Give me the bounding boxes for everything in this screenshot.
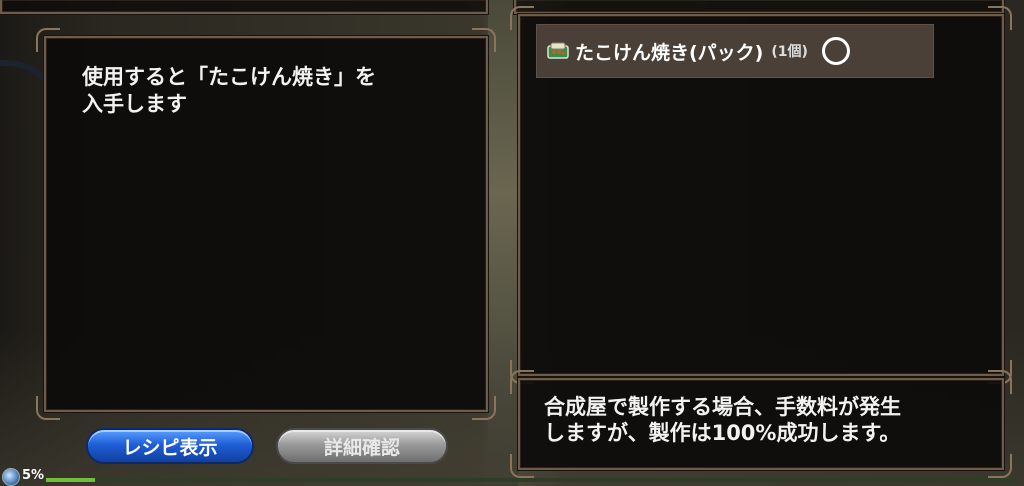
- detail-check-button[interactable]: 詳細確認: [276, 428, 448, 464]
- right-top-frame: [514, 0, 1004, 14]
- item-description-panel: 使用すると「たこけん焼き」を 入手します: [36, 28, 496, 420]
- frame-corner-ornament: [510, 6, 534, 30]
- circle-ok-icon: [821, 37, 850, 65]
- item-description-text: 使用すると「たこけん焼き」を 入手します: [82, 65, 376, 116]
- craft-info-text: 合成屋で製作する場合、手数料が発生 しますが、製作は100%成功します。: [544, 395, 901, 445]
- show-recipe-button[interactable]: レシピ表示: [86, 428, 254, 464]
- frame-corner-ornament: [510, 370, 534, 394]
- left-top-frame: [0, 0, 488, 14]
- frame-corner-ornament: [36, 28, 60, 52]
- frame-corner-ornament: [36, 396, 60, 420]
- progress-fill: [46, 478, 95, 482]
- recipe-materials-panel: たこけん焼き(パック) (1個): [510, 6, 1012, 384]
- frame-corner-ornament: [988, 370, 1012, 394]
- status-percent: 5%: [22, 468, 45, 483]
- frame-corner-ornament: [988, 6, 1012, 30]
- material-item-name: たこけん焼き(パック): [575, 41, 764, 64]
- material-item-count: (1個): [771, 44, 808, 60]
- frame-corner-ornament: [472, 28, 496, 52]
- status-orb-icon: [2, 468, 20, 486]
- bottom-status-bar: 5%: [0, 466, 1024, 486]
- progress-track: [46, 478, 1016, 482]
- material-item-row[interactable]: たこけん焼き(パック) (1個): [536, 24, 934, 78]
- frame-corner-ornament: [472, 396, 496, 420]
- craft-info-panel: 合成屋で製作する場合、手数料が発生 しますが、製作は100%成功します。: [510, 370, 1012, 478]
- food-pack-icon: [547, 42, 569, 60]
